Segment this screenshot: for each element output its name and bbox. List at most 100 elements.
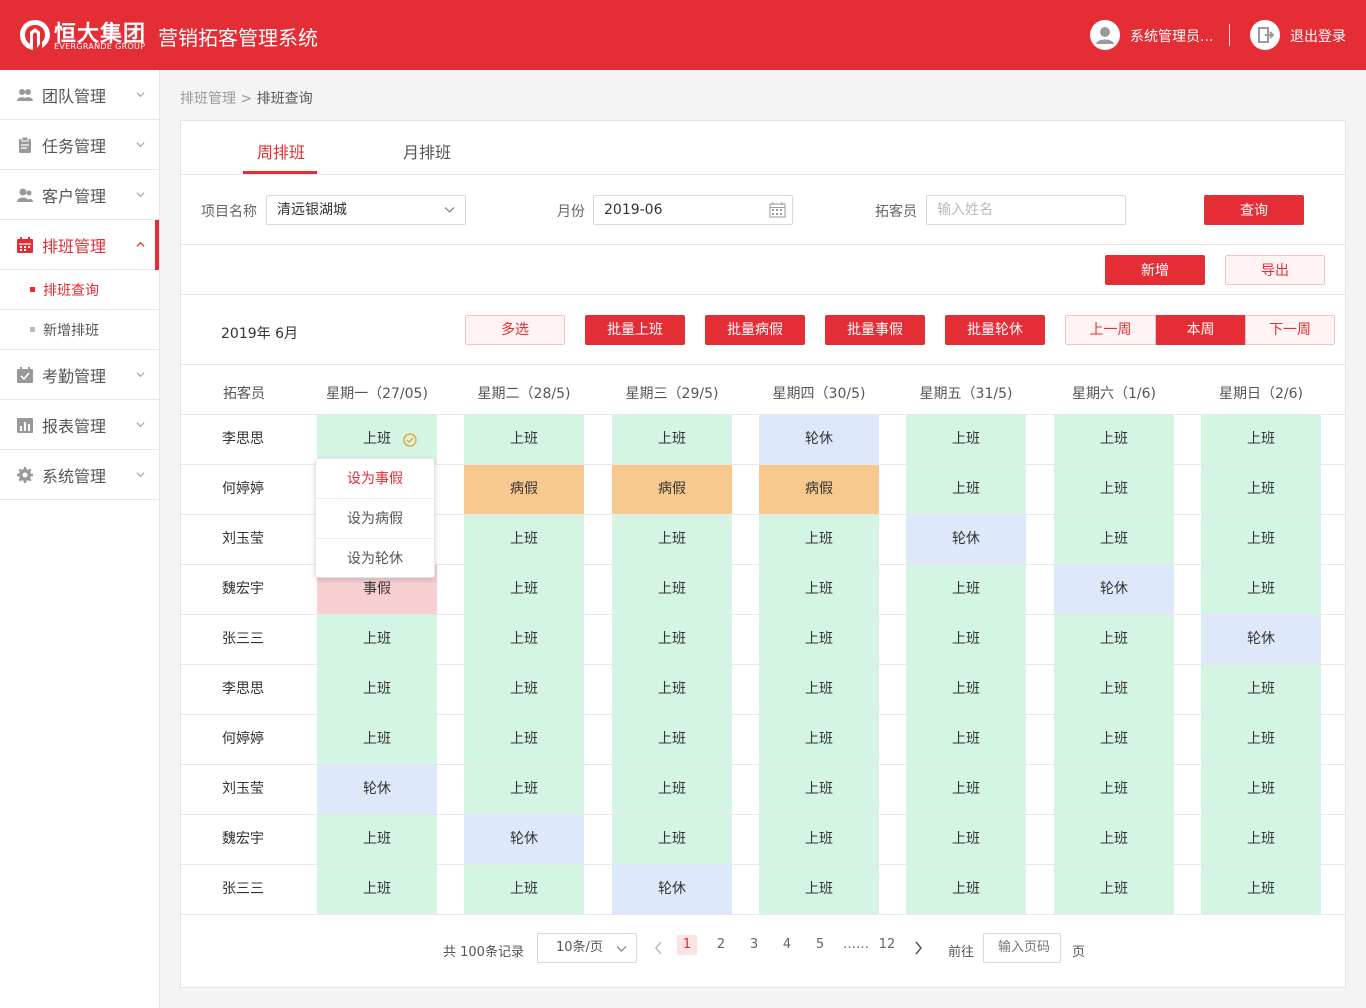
schedule-cell[interactable]: 病假 — [759, 465, 879, 514]
schedule-cell[interactable]: 上班 — [1054, 415, 1174, 464]
page-size-select[interactable]: 10条/页 — [537, 933, 637, 963]
schedule-cell[interactable]: 病假 — [612, 465, 732, 514]
schedule-cell[interactable]: 上班 — [759, 615, 879, 664]
staff-name-field[interactable] — [937, 196, 1125, 224]
schedule-cell[interactable]: 上班 — [759, 765, 879, 814]
schedule-cell[interactable]: 上班 — [906, 615, 1026, 664]
schedule-cell[interactable]: 上班 — [1054, 615, 1174, 664]
schedule-cell[interactable]: 上班 — [1201, 865, 1321, 914]
goto-page-field[interactable] — [998, 934, 1058, 962]
search-button[interactable]: 查询 — [1204, 195, 1304, 225]
set-rotation-rest-option[interactable]: 设为轮休 — [316, 539, 434, 579]
schedule-cell[interactable]: 上班 — [906, 465, 1026, 514]
schedule-cell[interactable]: 上班 — [1201, 765, 1321, 814]
schedule-cell[interactable]: 上班 — [317, 865, 437, 914]
tab-monthly[interactable]: 月排班 — [403, 139, 451, 163]
schedule-cell[interactable]: 上班 — [1054, 765, 1174, 814]
page-number[interactable]: 1 — [677, 935, 697, 955]
schedule-cell[interactable]: 上班 — [759, 515, 879, 564]
schedule-cell[interactable]: 轮休 — [1054, 565, 1174, 614]
page-number[interactable]: 4 — [777, 935, 797, 955]
schedule-cell[interactable]: 上班 — [612, 815, 732, 864]
batch-leave-button[interactable]: 批量事假 — [825, 315, 925, 345]
schedule-cell[interactable]: 上班 — [759, 715, 879, 764]
schedule-cell[interactable]: 轮休 — [906, 515, 1026, 564]
schedule-cell[interactable]: 上班 — [906, 865, 1026, 914]
schedule-cell[interactable]: 上班 — [612, 715, 732, 764]
prev-week-button[interactable]: 上一周 — [1065, 315, 1156, 345]
schedule-cell[interactable]: 上班 — [759, 565, 879, 614]
schedule-cell[interactable]: 上班 — [1054, 815, 1174, 864]
sidebar-item-system[interactable]: 系统管理 — [0, 450, 159, 500]
page-number[interactable]: 5 — [810, 935, 830, 955]
schedule-cell[interactable]: 上班 — [612, 515, 732, 564]
schedule-cell[interactable]: 上班 — [906, 415, 1026, 464]
schedule-cell[interactable]: 上班 — [464, 515, 584, 564]
sidebar-item-task[interactable]: 任务管理 — [0, 120, 159, 170]
next-page-icon[interactable] — [914, 941, 923, 955]
add-button[interactable]: 新增 — [1105, 255, 1205, 285]
schedule-cell[interactable]: 轮休 — [612, 865, 732, 914]
schedule-cell[interactable]: 轮休 — [759, 415, 879, 464]
page-number[interactable]: 2 — [711, 935, 731, 955]
project-select[interactable]: 清远银湖城 — [266, 195, 466, 225]
schedule-cell[interactable]: 上班 — [1201, 715, 1321, 764]
schedule-cell[interactable]: 上班 — [759, 815, 879, 864]
batch-rest-button[interactable]: 批量轮休 — [945, 315, 1045, 345]
schedule-cell[interactable]: 上班 — [1201, 515, 1321, 564]
schedule-cell[interactable]: 上班 — [317, 415, 437, 464]
schedule-cell[interactable]: 上班 — [1201, 465, 1321, 514]
schedule-cell[interactable]: 上班 — [1201, 415, 1321, 464]
logout-icon[interactable] — [1250, 20, 1280, 50]
schedule-cell[interactable]: 上班 — [759, 665, 879, 714]
schedule-cell[interactable]: 病假 — [464, 465, 584, 514]
schedule-cell[interactable]: 上班 — [759, 865, 879, 914]
page-number[interactable]: 3 — [744, 935, 764, 955]
user-name[interactable]: 系统管理员... — [1130, 26, 1213, 46]
schedule-cell[interactable]: 上班 — [464, 715, 584, 764]
schedule-cell[interactable]: 上班 — [464, 665, 584, 714]
breadcrumb-parent[interactable]: 排班管理 — [180, 91, 236, 107]
schedule-cell[interactable]: 上班 — [317, 615, 437, 664]
sidebar-item-schedule[interactable]: 排班管理 — [0, 220, 159, 270]
schedule-cell[interactable]: 上班 — [1054, 665, 1174, 714]
schedule-cell[interactable]: 上班 — [464, 765, 584, 814]
logout-button[interactable]: 退出登录 — [1290, 26, 1346, 46]
schedule-cell[interactable]: 上班 — [906, 765, 1026, 814]
this-week-button[interactable]: 本周 — [1156, 315, 1245, 345]
sidebar-subitem-add-schedule[interactable]: 新增排班 — [0, 310, 159, 350]
schedule-cell[interactable]: 上班 — [906, 715, 1026, 764]
schedule-cell[interactable]: 上班 — [1201, 665, 1321, 714]
schedule-cell[interactable]: 上班 — [317, 715, 437, 764]
schedule-cell[interactable]: 上班 — [906, 565, 1026, 614]
schedule-cell[interactable]: 上班 — [1054, 715, 1174, 764]
multi-select-button[interactable]: 多选 — [465, 315, 565, 345]
sidebar-item-attendance[interactable]: 考勤管理 — [0, 350, 159, 400]
goto-page-input[interactable] — [983, 933, 1061, 963]
sidebar-item-team[interactable]: 团队管理 — [0, 70, 159, 120]
export-button[interactable]: 导出 — [1225, 255, 1325, 285]
sidebar-item-customer[interactable]: 客户管理 — [0, 170, 159, 220]
set-sick-leave-option[interactable]: 设为病假 — [316, 499, 434, 539]
sidebar-subitem-schedule-query[interactable]: 排班查询 — [0, 270, 159, 310]
next-week-button[interactable]: 下一周 — [1245, 315, 1335, 345]
schedule-cell[interactable]: 上班 — [906, 815, 1026, 864]
schedule-cell[interactable]: 轮休 — [317, 765, 437, 814]
schedule-cell[interactable]: 轮休 — [1201, 615, 1321, 664]
user-avatar-icon[interactable] — [1090, 20, 1120, 50]
schedule-cell[interactable]: 上班 — [612, 765, 732, 814]
tab-weekly[interactable]: 周排班 — [257, 139, 305, 163]
prev-page-icon[interactable] — [654, 941, 663, 955]
schedule-cell[interactable]: 上班 — [464, 415, 584, 464]
schedule-cell[interactable]: 轮休 — [464, 815, 584, 864]
schedule-cell[interactable]: 上班 — [1054, 865, 1174, 914]
schedule-cell[interactable]: 上班 — [317, 815, 437, 864]
schedule-cell[interactable]: 上班 — [612, 615, 732, 664]
schedule-cell[interactable]: 上班 — [1054, 465, 1174, 514]
month-picker[interactable]: 2019-06 — [593, 195, 793, 225]
schedule-cell[interactable]: 上班 — [464, 615, 584, 664]
page-number[interactable]: 12 — [877, 935, 897, 955]
staff-name-input[interactable] — [926, 195, 1126, 225]
batch-sick-button[interactable]: 批量病假 — [705, 315, 805, 345]
schedule-cell[interactable]: 上班 — [317, 665, 437, 714]
